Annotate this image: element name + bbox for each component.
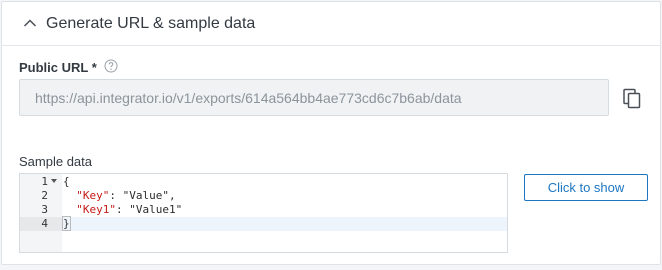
- help-circle-icon[interactable]: [104, 59, 118, 73]
- editor-gutter: 1 2 3 4: [20, 174, 62, 252]
- json-separator: :: [116, 203, 130, 216]
- sample-data-editor[interactable]: 1 2 3 4 { "Key": "Value", "Key1": "Value…: [19, 173, 508, 253]
- copy-icon[interactable]: [622, 88, 642, 109]
- code-line: "Key1": "Value1": [63, 203, 182, 217]
- active-line-highlight: [62, 217, 507, 231]
- line-number: 2: [41, 189, 48, 202]
- json-brace: }: [62, 216, 71, 231]
- public-url-value: https://api.integrator.io/v1/exports/614…: [35, 90, 462, 106]
- line-number: 3: [41, 203, 48, 216]
- code-line: {: [63, 175, 70, 189]
- section-title: Generate URL & sample data: [46, 15, 256, 32]
- code-line: "Key": "Value",: [63, 189, 176, 203]
- click-to-show-button[interactable]: Click to show: [524, 174, 648, 201]
- section-header[interactable]: Generate URL & sample data: [2, 2, 660, 46]
- line-number: 4: [20, 217, 62, 231]
- code-line: }: [62, 216, 71, 231]
- fold-arrow-icon[interactable]: [51, 179, 57, 183]
- json-separator: :: [109, 189, 123, 202]
- json-key: "Key": [76, 189, 110, 202]
- json-value: "Value": [122, 189, 169, 202]
- sample-data-label: Sample data: [19, 154, 92, 169]
- json-key: "Key1": [76, 203, 116, 216]
- json-value: "Value1": [129, 203, 183, 216]
- public-url-label: Public URL *: [19, 60, 97, 75]
- generate-url-panel: Generate URL & sample data Public URL * …: [1, 1, 661, 265]
- json-comma: ,: [168, 189, 176, 202]
- public-url-field[interactable]: https://api.integrator.io/v1/exports/614…: [19, 79, 609, 116]
- json-brace: {: [63, 175, 70, 188]
- chevron-up-icon[interactable]: [23, 18, 37, 28]
- page-background: Generate URL & sample data Public URL * …: [0, 0, 662, 270]
